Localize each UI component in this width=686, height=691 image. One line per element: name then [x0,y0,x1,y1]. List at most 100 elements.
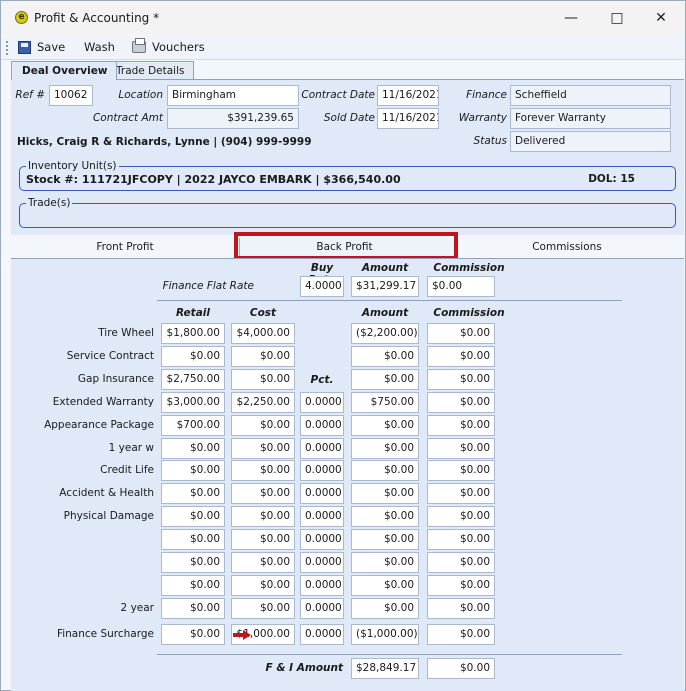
status-field[interactable]: Delivered [510,131,671,152]
commission-cell[interactable]: $0.00 [427,438,495,459]
pct-cell[interactable]: 0.0000 [300,506,344,527]
commission-cell[interactable]: $0.00 [427,506,495,527]
trades-group: Trade(s) [19,197,676,228]
commission-cell[interactable]: $0.00 [427,598,495,619]
tab-commissions[interactable]: Commissions [458,238,676,256]
finance-field[interactable]: Scheffield [510,85,671,106]
cost-cell[interactable]: $0.00 [231,483,295,504]
printer-icon [132,38,146,53]
pct-cell[interactable]: 0.0000 [300,483,344,504]
pct-cell[interactable]: 0.0000 [300,392,344,413]
retail-cell[interactable]: $700.00 [161,415,225,436]
retail-cell[interactable]: $0.00 [161,598,225,619]
finance-commission-field[interactable]: $0.00 [427,276,495,297]
retail-cell[interactable]: $1,800.00 [161,323,225,344]
row-label: Accident & Health [59,487,154,499]
retail-cell[interactable]: $0.00 [161,438,225,459]
row-label: Service Contract [66,350,154,362]
cost-cell[interactable]: $0.00 [231,552,295,573]
retail-cell[interactable]: $0.00 [161,624,225,645]
amount-cell[interactable]: $0.00 [351,575,419,596]
vouchers-button[interactable]: Vouchers [132,38,205,54]
pct-cell[interactable]: 0.0000 [300,529,344,550]
commission-cell[interactable]: $0.00 [427,460,495,481]
cost-cell[interactable]: $0.00 [231,369,295,390]
cost-cell[interactable]: $4,000.00 [231,323,295,344]
commission-cell[interactable]: $0.00 [427,346,495,367]
cost-cell[interactable]: $0.00 [231,506,295,527]
ref-field[interactable]: 10062 [49,85,93,106]
wash-button[interactable]: Wash [84,40,115,54]
retail-cell[interactable]: $0.00 [161,483,225,504]
amount-cell[interactable]: ($1,000.00) [351,624,419,645]
tab-deal-overview[interactable]: Deal Overview [11,61,117,80]
minimize-button[interactable]: — [549,5,593,31]
retail-cell[interactable]: $2,750.00 [161,369,225,390]
fi-commission-field[interactable]: $0.00 [427,658,495,679]
amount-cell[interactable]: $0.00 [351,506,419,527]
commission-cell[interactable]: $0.00 [427,369,495,390]
contract-date-field[interactable]: 11/16/2021 [377,85,439,106]
cost-cell[interactable]: $0.00 [231,460,295,481]
amount-cell[interactable]: $0.00 [351,346,419,367]
cost-header: Cost [249,307,277,319]
status-label: Status [473,135,507,147]
cost-cell[interactable]: $0.00 [231,529,295,550]
tab-front-profit[interactable]: Front Profit [11,238,239,256]
pct-cell[interactable]: 0.0000 [300,575,344,596]
retail-cell[interactable]: $0.00 [161,529,225,550]
commission-cell[interactable]: $0.00 [427,575,495,596]
cost-cell[interactable]: $0.00 [231,415,295,436]
inventory-unit-line[interactable]: Stock #: 111721JFCOPY | 2022 JAYCO EMBAR… [26,173,401,186]
retail-cell[interactable]: $0.00 [161,506,225,527]
commission-cell[interactable]: $0.00 [427,529,495,550]
amount-cell[interactable]: $0.00 [351,460,419,481]
commission-cell[interactable]: $0.00 [427,483,495,504]
pct-cell[interactable]: 0.0000 [300,460,344,481]
toolbar-grip-icon[interactable] [6,41,8,55]
contract-amt-field[interactable]: $391,239.65 [167,108,299,129]
commission-cell[interactable]: $0.00 [427,624,495,645]
commission-cell[interactable]: $0.00 [427,415,495,436]
retail-cell[interactable]: $0.00 [161,575,225,596]
fi-amount-field[interactable]: $28,849.17 [351,658,419,679]
cost-cell[interactable]: $2,250.00 [231,392,295,413]
pct-cell[interactable]: 0.0000 [300,552,344,573]
row-label: Credit Life [100,464,154,476]
maximize-button[interactable]: □ [595,5,639,31]
commission-cell[interactable]: $0.00 [427,552,495,573]
pct-cell[interactable]: 0.0000 [300,598,344,619]
cost-cell[interactable]: $0.00 [231,438,295,459]
commission-cell[interactable]: $0.00 [427,392,495,413]
amount-cell[interactable]: $0.00 [351,483,419,504]
amount-cell[interactable]: $0.00 [351,369,419,390]
location-field[interactable]: Birmingham [167,85,299,106]
pct-header: Pct. [310,374,334,386]
retail-cell[interactable]: $0.00 [161,460,225,481]
amount-cell[interactable]: $0.00 [351,438,419,459]
commission-cell[interactable]: $0.00 [427,323,495,344]
save-button[interactable]: Save [18,40,65,54]
cost-cell[interactable]: $0.00 [231,575,295,596]
close-button[interactable]: ✕ [639,5,683,31]
amount-cell[interactable]: $0.00 [351,415,419,436]
pct-cell[interactable]: 0.0000 [300,415,344,436]
pct-cell[interactable]: 0.0000 [300,438,344,459]
retail-cell[interactable]: $0.00 [161,346,225,367]
retail-cell[interactable]: $3,000.00 [161,392,225,413]
sold-date-field[interactable]: 11/16/2021 [377,108,439,129]
amount-cell[interactable]: $750.00 [351,392,419,413]
tab-trade-details[interactable]: Trade Details [105,61,194,80]
amount-cell[interactable]: $0.00 [351,529,419,550]
cost-cell[interactable]: $0.00 [231,598,295,619]
finance-amount-field[interactable]: $31,299.17 [351,276,419,297]
pct-cell[interactable]: 0.0000 [300,624,344,645]
amount-cell[interactable]: $0.00 [351,598,419,619]
row-label: Physical Damage [63,510,154,522]
warranty-field[interactable]: Forever Warranty [510,108,671,129]
cost-cell[interactable]: $0.00 [231,346,295,367]
amount-cell[interactable]: ($2,200.00) [351,323,419,344]
buy-rate-field[interactable]: 4.0000 [300,276,344,297]
retail-cell[interactable]: $0.00 [161,552,225,573]
amount-cell[interactable]: $0.00 [351,552,419,573]
